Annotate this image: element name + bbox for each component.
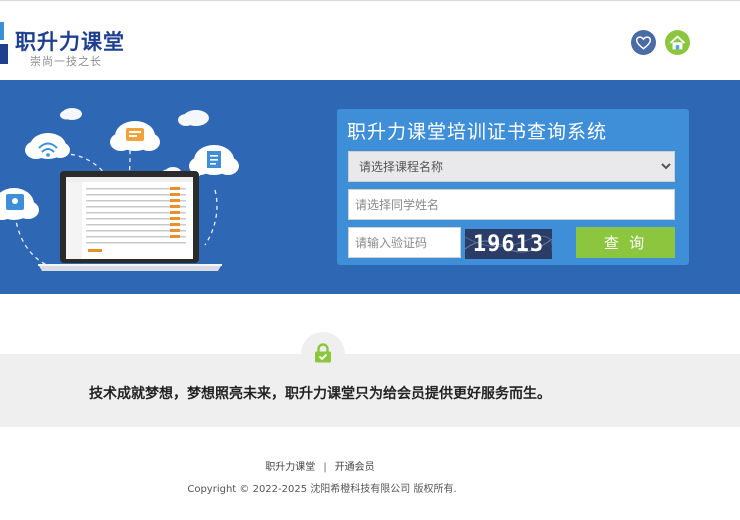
student-name-input[interactable]: [348, 189, 675, 220]
footer-link-home[interactable]: 职升力课堂: [265, 458, 315, 473]
captcha-input[interactable]: [348, 227, 461, 258]
cloud-icon: [178, 110, 209, 126]
favorite-button[interactable]: [631, 30, 656, 55]
page: 职升力课堂 崇尚一技之长 职升力课堂培训证书查询系统 请选择课程名称 请选择同学…: [0, 0, 740, 520]
captcha-image[interactable]: 19613: [465, 229, 552, 259]
heart-icon: [636, 35, 651, 50]
panel-title: 职升力课堂培训证书查询系统: [347, 121, 608, 143]
logo-mark-icon: [0, 22, 8, 64]
cloud-icon: [60, 108, 82, 120]
home-button[interactable]: [665, 30, 690, 55]
logo-title[interactable]: 职升力课堂: [15, 26, 125, 56]
copyright-text: Copyright © 2022-2025 沈阳希橙科技有限公司 版权所有.: [187, 484, 457, 495]
footer-link-membership[interactable]: 开通会员: [335, 458, 375, 473]
footer-separator: |: [323, 462, 327, 473]
home-icon: [669, 35, 686, 49]
laptop-cloud-illustration: [0, 108, 239, 271]
tablet-cloud-icon: [0, 188, 39, 220]
slogan-text: 技术成就梦想，梦想照亮未来，职升力课堂只为给会员提供更好服务而生。: [89, 386, 551, 402]
certificate-query-panel: 职升力课堂培训证书查询系统 请选择课程名称 19613 查 询: [337, 109, 689, 265]
query-button[interactable]: 查 询: [576, 227, 675, 258]
wifi-cloud-icon: [25, 133, 70, 159]
chat-cloud-icon: [110, 121, 160, 151]
top-divider: [0, 0, 740, 1]
laptop-icon: [38, 171, 222, 271]
logo-slogan: 崇尚一技之长: [30, 55, 102, 68]
course-select[interactable]: 请选择课程名称: [348, 151, 675, 182]
captcha-text: 19613: [472, 231, 545, 257]
hero-banner: 职升力课堂培训证书查询系统 请选择课程名称 19613 查 询: [0, 80, 740, 294]
footer-links: 职升力课堂 | 开通会员: [0, 458, 640, 473]
lock-icon: [315, 343, 331, 363]
lock-badge: [301, 332, 345, 376]
document-cloud-icon: [189, 145, 239, 175]
